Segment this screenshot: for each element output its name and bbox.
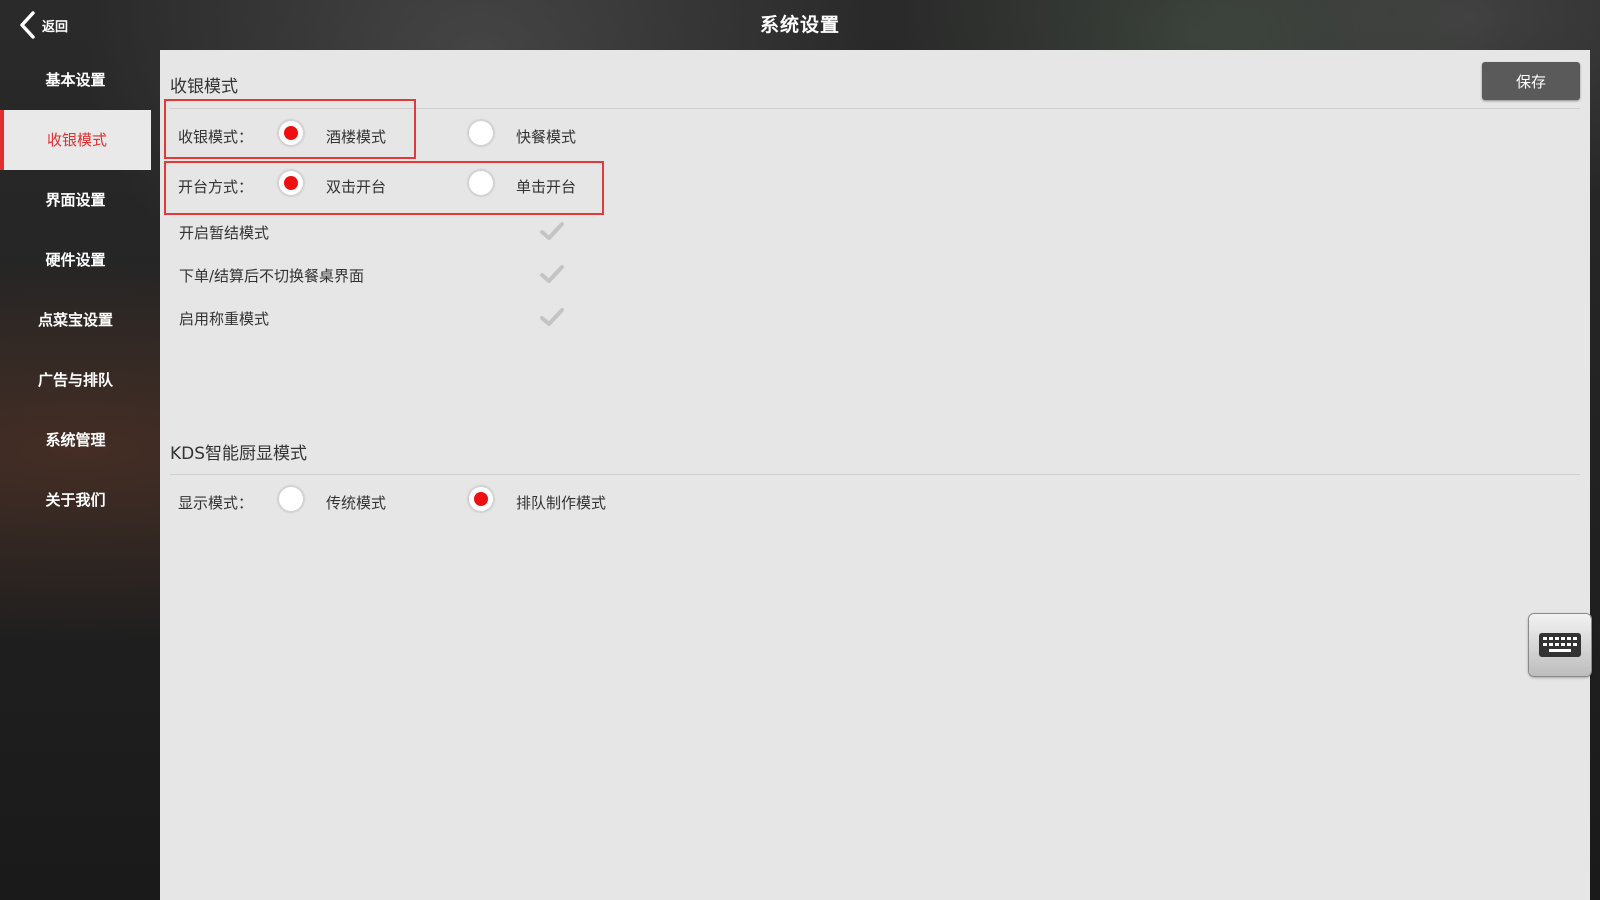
keyboard-icon bbox=[1539, 633, 1581, 657]
check-icon[interactable] bbox=[539, 263, 565, 285]
sidebar-item-ads-queue[interactable]: 广告与排队 bbox=[0, 350, 151, 410]
fast-food-mode-label[interactable]: 快餐模式 bbox=[516, 126, 576, 147]
section-divider bbox=[170, 474, 1580, 475]
sidebar-item-about-us[interactable]: 关于我们 bbox=[0, 470, 151, 530]
radio-fast-food-mode[interactable] bbox=[468, 120, 494, 146]
sidebar-item-cashier-mode[interactable]: 收银模式 bbox=[0, 110, 151, 170]
sidebar-item-basic-settings[interactable]: 基本设置 bbox=[0, 50, 151, 110]
settings-panel: 收银模式 保存 收银模式： 酒楼模式 快餐模式 开台方式： 双击开台 单击开台 … bbox=[160, 50, 1590, 900]
top-bar: 返回 系统设置 bbox=[0, 0, 1600, 50]
radio-double-click-open[interactable] bbox=[278, 170, 304, 196]
sidebar-item-interface-settings[interactable]: 界面设置 bbox=[0, 170, 151, 230]
radio-traditional-mode[interactable] bbox=[278, 486, 304, 512]
display-mode-row: 显示模式： 传统模式 排队制作模式 bbox=[178, 486, 678, 516]
sidebar-item-hardware-settings[interactable]: 硬件设置 bbox=[0, 230, 151, 290]
sidebar-item-order-device-settings[interactable]: 点菜宝设置 bbox=[0, 290, 151, 350]
cashier-mode-row: 收银模式： 酒楼模式 快餐模式 bbox=[178, 120, 638, 150]
page-title: 系统设置 bbox=[759, 14, 840, 36]
radio-queue-production-mode[interactable] bbox=[468, 486, 494, 512]
weighing-mode-label: 启用称重模式 bbox=[179, 310, 270, 328]
kds-section-title: KDS智能厨显模式 bbox=[170, 444, 308, 464]
double-click-open-label[interactable]: 双击开台 bbox=[326, 176, 386, 197]
radio-single-click-open[interactable] bbox=[468, 170, 494, 196]
check-icon[interactable] bbox=[539, 306, 565, 328]
single-click-open-label[interactable]: 单击开台 bbox=[516, 176, 576, 197]
display-mode-label: 显示模式： bbox=[178, 494, 254, 512]
radio-restaurant-mode[interactable] bbox=[278, 120, 304, 146]
save-button[interactable]: 保存 bbox=[1482, 62, 1580, 100]
temp-checkout-label: 开启暂结模式 bbox=[179, 224, 270, 242]
check-icon[interactable] bbox=[539, 220, 565, 242]
sidebar-item-system-management[interactable]: 系统管理 bbox=[0, 410, 151, 470]
open-table-label: 开台方式： bbox=[178, 178, 254, 196]
cashier-section-title: 收银模式 bbox=[170, 77, 238, 97]
open-table-row: 开台方式： 双击开台 单击开台 bbox=[178, 170, 638, 200]
toggle-row-no-switch-table: 下单/结算后不切换餐桌界面 bbox=[179, 263, 579, 287]
no-switch-table-label: 下单/结算后不切换餐桌界面 bbox=[179, 267, 365, 285]
restaurant-mode-label[interactable]: 酒楼模式 bbox=[326, 126, 386, 147]
toggle-row-temp-checkout: 开启暂结模式 bbox=[179, 220, 579, 244]
toggle-row-weighing-mode: 启用称重模式 bbox=[179, 306, 579, 330]
cashier-mode-label: 收银模式： bbox=[178, 128, 254, 146]
queue-production-mode-label[interactable]: 排队制作模式 bbox=[516, 492, 606, 513]
sidebar: 基本设置 收银模式 界面设置 硬件设置 点菜宝设置 广告与排队 系统管理 关于我… bbox=[0, 50, 151, 900]
section-divider bbox=[170, 108, 1580, 109]
traditional-mode-label[interactable]: 传统模式 bbox=[326, 492, 386, 513]
keyboard-button[interactable] bbox=[1529, 614, 1591, 676]
